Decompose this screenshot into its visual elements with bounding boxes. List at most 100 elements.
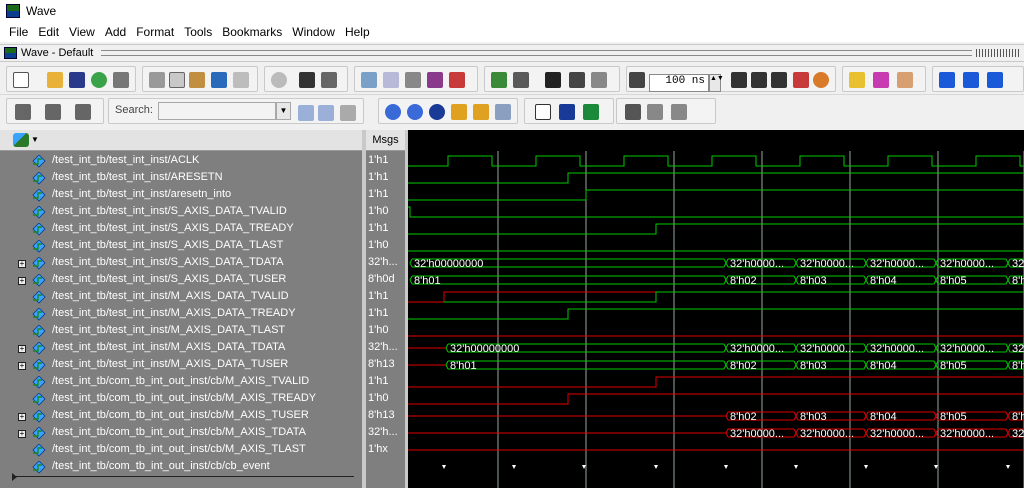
signal-row[interactable]: /test_int_tb/com_tb_int_out_inst/cb/M_AX… [0, 374, 362, 391]
menu-view[interactable]: View [64, 25, 100, 39]
search-back-icon[interactable] [318, 105, 334, 121]
zoom-full-icon[interactable] [429, 104, 445, 120]
step-out-icon[interactable] [987, 72, 1003, 88]
signal-row[interactable]: + /test_int_tb/com_tb_int_out_inst/cb/M_A… [0, 408, 362, 425]
wave-format-icon[interactable] [535, 104, 551, 120]
continue-icon[interactable] [751, 72, 767, 88]
bus-format-icon[interactable] [559, 104, 575, 120]
mark-icon[interactable] [405, 72, 421, 88]
search-options-icon[interactable] [340, 105, 356, 121]
search-dropdown-icon[interactable]: ▼ [276, 102, 291, 120]
step-icon[interactable] [513, 72, 529, 88]
signal-row[interactable]: + /test_int_tb/test_int_inst/M_AXIS_DATA_… [0, 357, 362, 374]
step-into-icon[interactable] [939, 72, 955, 88]
add-cursor-icon[interactable] [15, 104, 31, 120]
menu-file[interactable]: File [4, 25, 33, 39]
memory-icon[interactable] [873, 72, 889, 88]
print-icon[interactable] [113, 72, 129, 88]
waveform-pane[interactable]: 32'h00000000 32'h0000... 32'h0000... 32'h00… [408, 130, 1024, 488]
menu-help[interactable]: Help [340, 25, 375, 39]
cursor-prev-icon[interactable] [45, 104, 61, 120]
find-icon[interactable] [299, 72, 315, 88]
menu-add[interactable]: Add [100, 25, 131, 39]
signal-row[interactable]: /test_int_tb/test_int_inst/M_AXIS_DATA_T… [0, 323, 362, 340]
break-icon[interactable] [793, 72, 809, 88]
new-file-icon[interactable] [13, 72, 29, 88]
zoom-range-icon[interactable] [495, 104, 511, 120]
run-icon[interactable] [731, 72, 747, 88]
signal-row[interactable]: + /test_int_tb/com_tb_int_out_inst/cb/M_A… [0, 425, 362, 442]
copy-icon[interactable] [169, 72, 185, 88]
scroll-arrow-icon[interactable] [12, 473, 17, 481]
signal-row[interactable]: /test_int_tb/com_tb_int_out_inst/cb/M_AX… [0, 442, 362, 459]
expand-icon[interactable]: + [18, 362, 26, 370]
design-icon[interactable] [13, 133, 29, 147]
insert-icon[interactable] [361, 72, 377, 88]
run-length-icon[interactable] [629, 72, 645, 88]
signal-row[interactable]: /test_int_tb/com_tb_int_out_inst/cb/M_AX… [0, 391, 362, 408]
zoom-in-icon[interactable] [385, 104, 401, 120]
cursor-snap-icon[interactable] [671, 104, 687, 120]
menu-edit[interactable]: Edit [33, 25, 64, 39]
signal-row[interactable]: /test_int_tb/test_int_inst/ARESETN [0, 170, 362, 187]
menu-tools[interactable]: Tools [179, 25, 217, 39]
signal-row[interactable]: + /test_int_tb/test_int_inst/S_AXIS_DATA_… [0, 272, 362, 289]
hand-icon[interactable] [897, 72, 913, 88]
add-wave-icon[interactable] [427, 72, 443, 88]
list-icon[interactable] [321, 72, 337, 88]
menu-window[interactable]: Window [287, 25, 340, 39]
signal-row[interactable]: /test_int_tb/test_int_inst/S_AXIS_DATA_T… [0, 238, 362, 255]
signal-row[interactable]: /test_int_tb/test_int_inst/S_AXIS_DATA_T… [0, 204, 362, 221]
grid-icon[interactable] [625, 104, 641, 120]
run-length-input[interactable]: 100 ns [649, 74, 709, 92]
reload-icon[interactable] [91, 72, 107, 88]
run-all-icon[interactable] [771, 72, 787, 88]
expand-icon[interactable]: + [18, 277, 26, 285]
redo-icon[interactable] [233, 72, 249, 88]
save-icon[interactable] [69, 72, 85, 88]
up-arrow-icon[interactable] [545, 72, 561, 88]
undo-icon[interactable] [211, 72, 227, 88]
forward-icon[interactable] [591, 72, 607, 88]
zoom-last-icon[interactable] [473, 104, 489, 120]
cut-icon[interactable] [149, 72, 165, 88]
search-forward-icon[interactable] [298, 105, 314, 121]
subwindow-title-bar[interactable]: Wave - Default [0, 44, 1024, 62]
signal-row[interactable]: /test_int_tb/com_tb_int_out_inst/cb/cb_e… [0, 459, 362, 476]
signal-row[interactable]: /test_int_tb/test_int_inst/M_AXIS_DATA_T… [0, 306, 362, 323]
run-length-spinner[interactable]: ▲▼ [709, 74, 724, 92]
stop-icon[interactable] [813, 72, 829, 88]
open-folder-icon[interactable] [47, 72, 63, 88]
select-icon[interactable] [383, 72, 399, 88]
cursor-next-icon[interactable] [75, 104, 91, 120]
paste-icon[interactable] [189, 72, 205, 88]
analog-format-icon[interactable] [583, 104, 599, 120]
signal-row[interactable]: /test_int_tb/test_int_inst/aresetn_into [0, 187, 362, 204]
step-over-icon[interactable] [963, 72, 979, 88]
cursor-lock-icon[interactable] [647, 104, 663, 120]
profile-icon[interactable] [849, 72, 865, 88]
signal-row[interactable]: + /test_int_tb/test_int_inst/S_AXIS_DATA_… [0, 255, 362, 272]
drag-handle-icon[interactable] [976, 49, 1020, 57]
menu-format[interactable]: Format [131, 25, 179, 39]
signal-names-pane[interactable]: ▼ /test_int_tb/test_int_inst/ACLK/test_i… [0, 130, 362, 488]
right-arrow-icon[interactable] [569, 72, 585, 88]
chevron-down-icon[interactable]: ▼ [31, 135, 39, 144]
expand-icon[interactable]: + [18, 345, 26, 353]
menu-bookmarks[interactable]: Bookmarks [217, 25, 287, 39]
waveform-canvas[interactable]: 32'h00000000 32'h0000... 32'h0000... 32'h00… [408, 130, 1024, 488]
zoom-region-icon[interactable] [491, 72, 507, 88]
zoom-cursor-icon[interactable] [451, 104, 467, 120]
expand-icon[interactable]: + [18, 260, 26, 268]
zoom-out-icon[interactable] [407, 104, 423, 120]
expand-icon[interactable]: + [18, 413, 26, 421]
delete-wave-icon[interactable] [449, 72, 465, 88]
signal-row[interactable]: /test_int_tb/test_int_inst/ACLK [0, 153, 362, 170]
values-pane[interactable]: Msgs 1'h1 1'h1 1'h1 1'h0 1'h1 1'h0 32'h... 8'h0… [366, 130, 405, 488]
signal-row[interactable]: /test_int_tb/test_int_inst/S_AXIS_DATA_T… [0, 221, 362, 238]
expand-icon[interactable]: + [18, 430, 26, 438]
search-input[interactable] [158, 102, 276, 120]
signal-row[interactable]: + /test_int_tb/test_int_inst/M_AXIS_DATA_… [0, 340, 362, 357]
signal-row[interactable]: /test_int_tb/test_int_inst/M_AXIS_DATA_T… [0, 289, 362, 306]
breakpoint-icon[interactable] [271, 72, 287, 88]
